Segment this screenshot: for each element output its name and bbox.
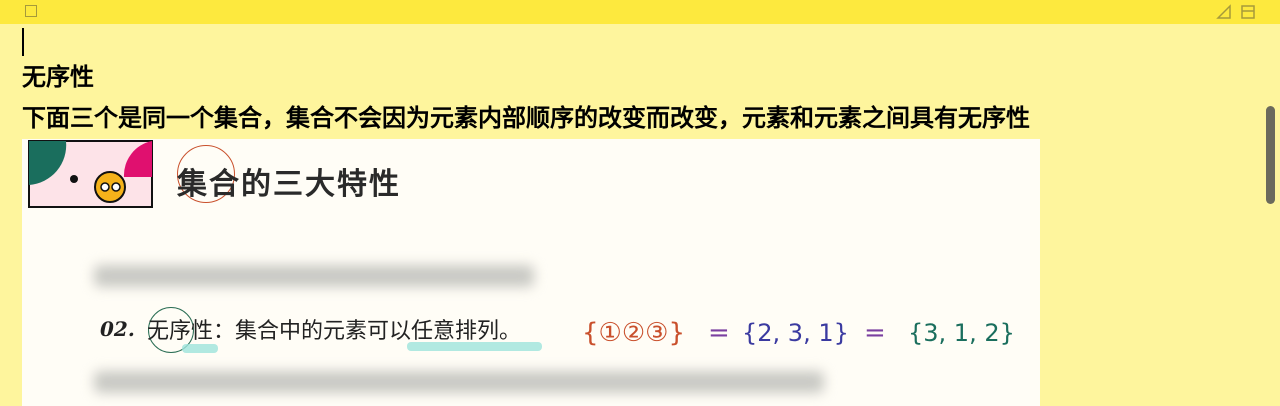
scrollbar[interactable]: [1266, 106, 1275, 204]
handwritten-sets: {①②③} = {2, 3, 1} = {3, 1, 2}: [582, 318, 1015, 348]
blurred-line: [94, 371, 824, 393]
set-three: {3, 1, 2}: [908, 319, 1015, 347]
embedded-title: 集合的三大特性: [177, 167, 401, 202]
window-icon[interactable]: [1240, 4, 1256, 20]
close-square-icon[interactable]: [25, 5, 37, 17]
note-heading: 无序性: [22, 63, 94, 91]
resize-icon[interactable]: [1216, 4, 1232, 20]
text-cursor: [22, 28, 24, 56]
highlight-mark: [182, 344, 218, 353]
equals-sign-1: =: [708, 318, 730, 348]
set-one: {①②③}: [582, 318, 685, 348]
embedded-image: 集合的三大特性 02. 无序性：集合中的元素可以任意排列。 {①②③} = {2…: [22, 139, 1040, 406]
title-bar: [0, 0, 1280, 24]
blurred-line: [94, 265, 534, 287]
item-text: 无序性：集合中的元素可以任意排列。: [147, 319, 522, 344]
item-number: 02.: [100, 317, 135, 341]
set-two: {2, 3, 1}: [742, 319, 849, 347]
sets-logo-icon: [28, 140, 153, 208]
equals-sign-2: =: [864, 318, 886, 348]
note-body-text: 下面三个是同一个集合，集合不会因为元素内部顺序的改变而改变，元素和元素之间具有无…: [22, 104, 1030, 132]
